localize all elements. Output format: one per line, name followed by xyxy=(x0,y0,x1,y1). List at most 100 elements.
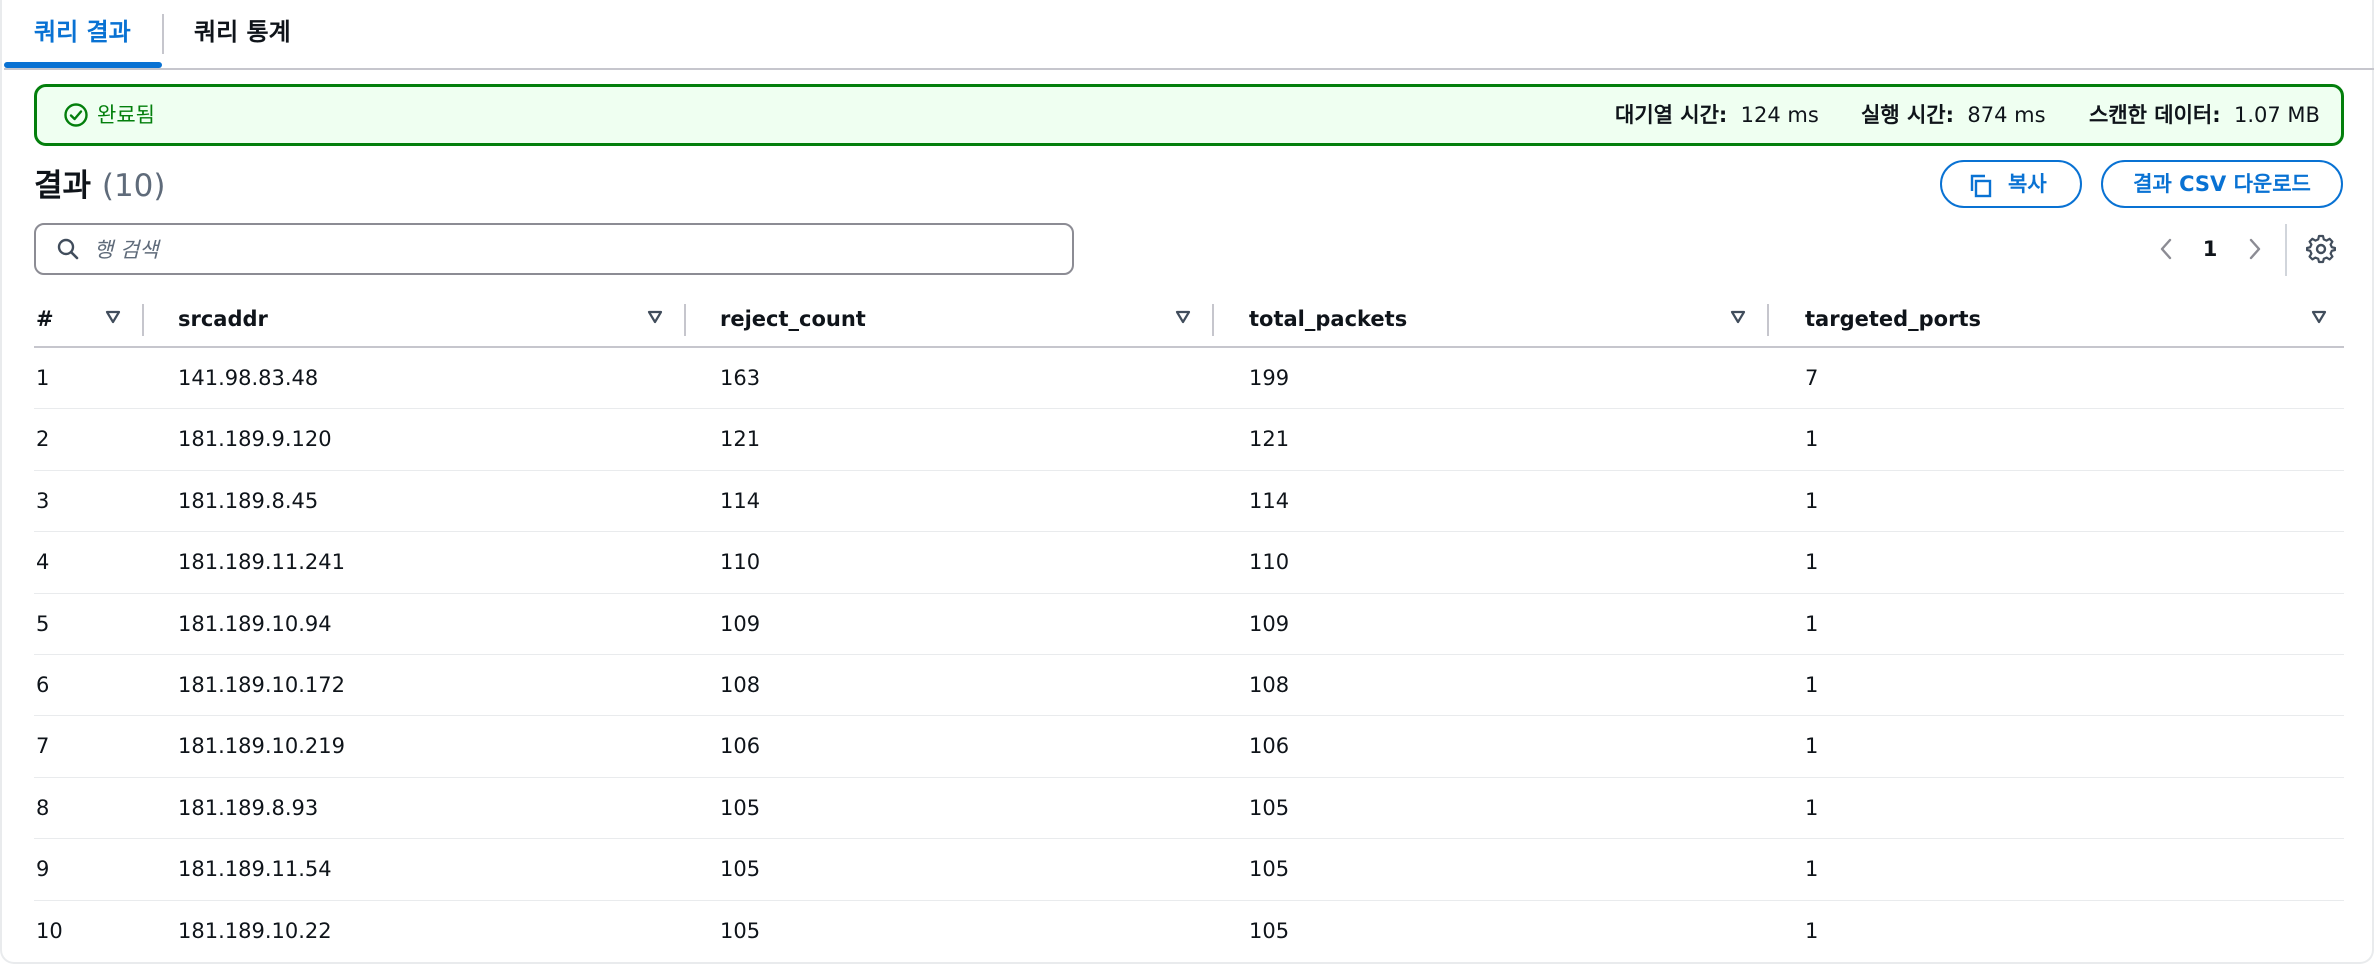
cell-srcaddr: 181.189.10.94 xyxy=(178,611,332,636)
column-resizer[interactable] xyxy=(1212,304,1214,336)
column-resizer[interactable] xyxy=(684,304,686,336)
queue-time: 대기열 시간: 124 ms xyxy=(1615,101,1819,129)
chevron-left-icon[interactable] xyxy=(2154,234,2178,264)
copy-button-label: 복사 xyxy=(2008,172,2047,196)
copy-button[interactable]: 복사 xyxy=(1940,160,2082,208)
sort-icon[interactable] xyxy=(2310,308,2328,326)
results-table: # srcaddr reject_count total_packets tar… xyxy=(34,296,2344,962)
scanned-data: 스캔한 데이터: 1.07 MB xyxy=(2089,101,2320,129)
cell-srcaddr: 181.189.11.241 xyxy=(178,550,345,575)
sort-icon[interactable] xyxy=(1174,308,1192,326)
column-resizer[interactable] xyxy=(142,304,144,336)
cell-index: 4 xyxy=(36,550,50,575)
scanned-data-value: 1.07 MB xyxy=(2234,103,2320,127)
active-tab-indicator xyxy=(4,62,162,68)
cell-total-packets: 108 xyxy=(1249,672,1290,697)
cell-reject-count: 163 xyxy=(720,366,761,390)
cell-srcaddr: 181.189.10.219 xyxy=(178,734,345,759)
cell-total-packets: 109 xyxy=(1249,611,1290,636)
tab-divider xyxy=(162,14,164,54)
cell-total-packets: 106 xyxy=(1249,734,1290,759)
column-header-total-packets[interactable]: total_packets xyxy=(1249,304,1407,334)
cell-index: 3 xyxy=(36,488,50,513)
column-resizer[interactable] xyxy=(1767,304,1769,336)
tab-query-results[interactable]: 쿼리 결과 xyxy=(34,14,131,50)
table-row: 4 181.189.11.241 110 110 1 xyxy=(34,532,2344,594)
cell-targeted-ports: 1 xyxy=(1805,611,1819,636)
gear-icon[interactable] xyxy=(2306,234,2336,264)
cell-targeted-ports: 1 xyxy=(1805,734,1819,759)
cell-index: 8 xyxy=(36,795,50,820)
search-input[interactable] xyxy=(92,233,1056,267)
check-circle-icon xyxy=(64,103,88,127)
queue-time-label: 대기열 시간: xyxy=(1615,103,1728,127)
cell-targeted-ports: 7 xyxy=(1805,366,1819,390)
column-header-reject-count[interactable]: reject_count xyxy=(720,304,866,334)
column-header-targeted-ports[interactable]: targeted_ports xyxy=(1805,304,1981,334)
cell-index: 9 xyxy=(36,857,50,882)
cell-targeted-ports: 1 xyxy=(1805,550,1819,575)
sort-icon[interactable] xyxy=(1729,308,1747,326)
tab-query-stats[interactable]: 쿼리 통계 xyxy=(194,14,291,50)
cell-srcaddr: 181.189.10.22 xyxy=(178,918,332,943)
page-number[interactable]: 1 xyxy=(2196,233,2224,265)
cell-index: 7 xyxy=(36,734,50,759)
cell-total-packets: 114 xyxy=(1249,488,1290,513)
copy-icon xyxy=(1970,174,1992,198)
cell-srcaddr: 181.189.9.120 xyxy=(178,427,332,452)
scanned-data-label: 스캔한 데이터: xyxy=(2089,103,2221,127)
status-banner: 완료됨 대기열 시간: 124 ms 실행 시간: 874 ms 스캔한 데이터… xyxy=(34,84,2344,146)
chevron-right-icon[interactable] xyxy=(2243,234,2267,264)
cell-reject-count: 105 xyxy=(720,857,761,882)
cell-index: 1 xyxy=(36,366,50,390)
queue-time-value: 124 ms xyxy=(1740,103,1819,127)
results-count: (10) xyxy=(101,168,166,204)
run-time: 실행 시간: 874 ms xyxy=(1861,101,2046,129)
cell-index: 6 xyxy=(36,672,50,697)
sort-icon[interactable] xyxy=(646,308,664,326)
cell-reject-count: 110 xyxy=(720,550,761,575)
sort-icon[interactable] xyxy=(104,308,122,326)
cell-reject-count: 108 xyxy=(720,672,761,697)
table-row: 8 181.189.8.93 105 105 1 xyxy=(34,778,2344,840)
search-icon xyxy=(57,238,79,260)
cell-srcaddr: 181.189.11.54 xyxy=(178,857,332,882)
table-row: 7 181.189.10.219 106 106 1 xyxy=(34,716,2344,778)
cell-total-packets: 199 xyxy=(1249,366,1290,390)
cell-targeted-ports: 1 xyxy=(1805,918,1819,943)
cell-total-packets: 105 xyxy=(1249,795,1290,820)
cell-targeted-ports: 1 xyxy=(1805,857,1819,882)
pagination-divider xyxy=(2285,224,2287,276)
tab-bar: 쿼리 결과 쿼리 통계 xyxy=(4,0,2374,70)
cell-targeted-ports: 1 xyxy=(1805,672,1819,697)
table-row: 5 181.189.10.94 109 109 1 xyxy=(34,594,2344,655)
table-row: 9 181.189.11.54 105 105 1 xyxy=(34,839,2344,901)
cell-reject-count: 105 xyxy=(720,918,761,943)
cell-targeted-ports: 1 xyxy=(1805,488,1819,513)
cell-total-packets: 105 xyxy=(1249,857,1290,882)
cell-targeted-ports: 1 xyxy=(1805,795,1819,820)
run-time-label: 실행 시간: xyxy=(1861,103,1954,127)
cell-index: 2 xyxy=(36,427,50,452)
cell-srcaddr: 181.189.8.93 xyxy=(178,795,319,820)
cell-srcaddr: 181.189.10.172 xyxy=(178,672,345,697)
cell-reject-count: 105 xyxy=(720,795,761,820)
run-time-value: 874 ms xyxy=(1967,103,2046,127)
column-header-index[interactable]: # xyxy=(36,304,54,334)
cell-index: 10 xyxy=(36,918,63,943)
table-row: 2 181.189.9.120 121 121 1 xyxy=(34,409,2344,471)
cell-reject-count: 121 xyxy=(720,427,761,452)
cell-total-packets: 105 xyxy=(1249,918,1290,943)
cell-index: 5 xyxy=(36,611,50,636)
results-heading: 결과 (10) xyxy=(34,164,165,208)
cell-total-packets: 110 xyxy=(1249,550,1290,575)
table-header: # srcaddr reject_count total_packets tar… xyxy=(34,296,2344,348)
download-csv-button[interactable]: 결과 CSV 다운로드 xyxy=(2101,160,2343,208)
cell-reject-count: 109 xyxy=(720,611,761,636)
cell-srcaddr: 141.98.83.48 xyxy=(178,366,319,390)
table-row: 3 181.189.8.45 114 114 1 xyxy=(34,471,2344,533)
table-row: 1 141.98.83.48 163 199 7 xyxy=(34,348,2344,410)
column-header-srcaddr[interactable]: srcaddr xyxy=(178,304,268,334)
row-search xyxy=(34,223,1074,275)
cell-reject-count: 106 xyxy=(720,734,761,759)
